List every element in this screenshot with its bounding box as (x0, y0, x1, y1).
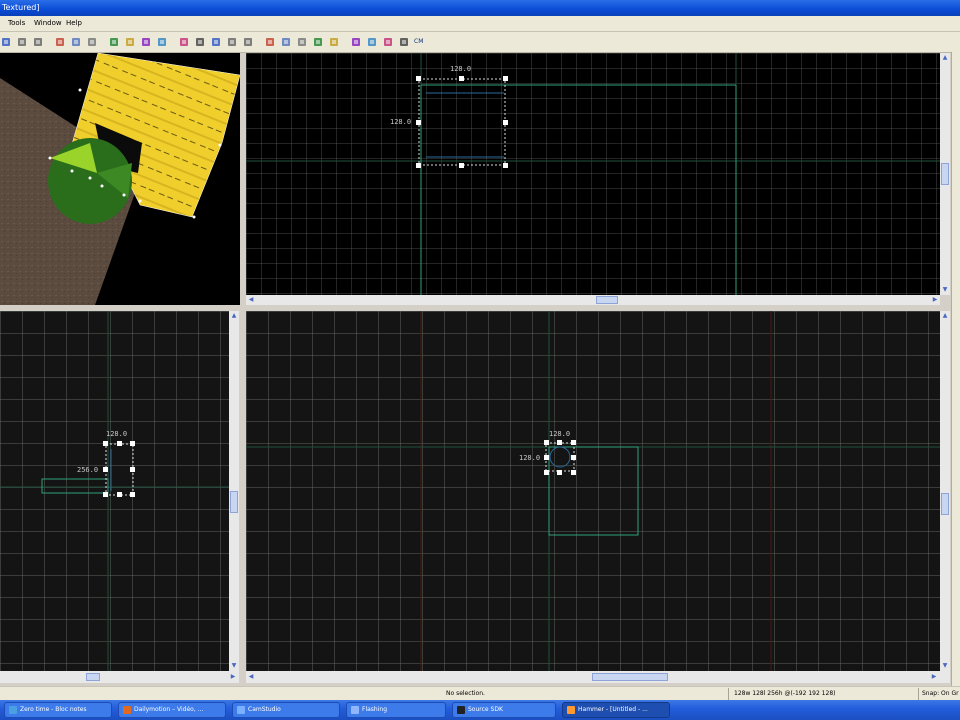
front-view-viewport[interactable]: 128.0 128.0 (246, 311, 940, 671)
compile-icon[interactable] (382, 36, 394, 48)
scroll-left-icon[interactable]: ◀ (247, 296, 255, 304)
cordon-icon[interactable] (398, 36, 410, 48)
side-scroll-up-icon[interactable]: ▲ (230, 312, 238, 320)
grid-icon[interactable] (178, 36, 190, 48)
status-message: No selection. (446, 690, 485, 697)
window-title-bar: Textured] (0, 0, 960, 16)
side-height-label: 256.0 (77, 466, 99, 474)
redo-icon[interactable] (32, 36, 44, 48)
cut-icon[interactable] (54, 36, 66, 48)
front-scroll-right-icon[interactable]: ▶ (930, 673, 938, 681)
undo-icon[interactable] (16, 36, 28, 48)
side-width-label: 128.0 (106, 430, 128, 438)
select-icon[interactable] (0, 36, 12, 48)
decal-icon[interactable] (280, 36, 292, 48)
front-width-label: 128.0 (549, 430, 571, 438)
object-panel-edge (951, 52, 960, 686)
taskbar-label: Source SDK (468, 706, 503, 713)
taskbar-label: Zero time - Bloc notes (20, 706, 87, 713)
camera-icon[interactable] (210, 36, 222, 48)
overlay-icon[interactable] (296, 36, 308, 48)
top-view-hscrollbar[interactable]: ◀ ▶ (246, 295, 940, 305)
taskbar-item-browser[interactable]: Dailymotion – Vidéo, ... (118, 702, 226, 718)
taskbar-item-hammer[interactable]: Hammer - [Untitled - ... (562, 702, 670, 718)
top-view-viewport[interactable]: 128.0 128.0 (246, 53, 940, 295)
top-view-vscroll-thumb[interactable] (941, 163, 949, 185)
front-view-canvas (246, 311, 940, 671)
scroll-up-icon[interactable]: ▲ (941, 54, 949, 62)
vertex-icon[interactable] (264, 36, 276, 48)
front-view-vscrollbar[interactable]: ▲ ▼ (940, 311, 950, 671)
window-title: Textured] (2, 3, 40, 12)
taskbar-item-camstudio[interactable]: CamStudio (232, 702, 340, 718)
side-view-viewport[interactable]: 128.0 256.0 (0, 311, 229, 671)
snap-icon[interactable] (194, 36, 206, 48)
scroll-down-icon[interactable]: ▼ (941, 286, 949, 294)
front-scroll-left-icon[interactable]: ◀ (247, 673, 255, 681)
front-scroll-up-icon[interactable]: ▲ (941, 312, 949, 320)
camera-viewport[interactable] (0, 53, 240, 305)
hammer-icon (567, 706, 575, 714)
copy-icon[interactable] (70, 36, 82, 48)
folder-icon (351, 706, 359, 714)
steam-icon (457, 706, 465, 714)
status-divider (918, 688, 919, 700)
taskbar-label: Dailymotion – Vidéo, ... (134, 706, 204, 713)
side-scroll-right-icon[interactable]: ▶ (229, 673, 237, 681)
cm-label[interactable]: CM (414, 38, 423, 45)
taskbar-item-flashing[interactable]: Flashing (346, 702, 446, 718)
status-size-info: 128w 128l 256h @(-192 192 128) (734, 690, 836, 697)
entity-icon[interactable] (226, 36, 238, 48)
map-properties-icon[interactable] (350, 36, 362, 48)
taskbar-item-notepad[interactable]: Zero time - Bloc notes (4, 702, 112, 718)
top-view-vscrollbar[interactable]: ▲ ▼ (940, 53, 950, 295)
top-width-label: 128.0 (450, 65, 472, 73)
merge-icon[interactable] (328, 36, 340, 48)
windows-taskbar: Zero time - Bloc notes Dailymotion – Vid… (0, 700, 960, 720)
clip-icon[interactable] (242, 36, 254, 48)
browser-icon (123, 706, 131, 714)
side-view-hscrollbar[interactable]: ▶ (0, 671, 239, 683)
menu-window[interactable]: Window (34, 19, 62, 27)
carve-icon[interactable] (312, 36, 324, 48)
status-bar: No selection. 128w 128l 256h @(-192 192 … (0, 686, 960, 701)
front-scroll-down-icon[interactable]: ▼ (941, 662, 949, 670)
run-map-icon[interactable] (366, 36, 378, 48)
status-snap: Snap: On Gr (922, 690, 959, 697)
side-view-vscroll-thumb[interactable] (230, 491, 238, 513)
front-height-label: 128.0 (519, 454, 541, 462)
menu-help[interactable]: Help (66, 19, 82, 27)
camera-scene (0, 53, 240, 305)
camstudio-icon (237, 706, 245, 714)
scroll-right-icon[interactable]: ▶ (931, 296, 939, 304)
toolbar: CM (0, 32, 960, 53)
hide-icon[interactable] (140, 36, 152, 48)
status-divider (728, 688, 729, 700)
taskbar-label: Hammer - [Untitled - ... (578, 706, 648, 713)
notepad-icon (9, 706, 17, 714)
texture-lock-icon[interactable] (156, 36, 168, 48)
front-view-hscroll-thumb[interactable] (592, 673, 668, 681)
side-view-hscroll-thumb[interactable] (86, 673, 100, 681)
front-view-hscrollbar[interactable]: ◀ ▶ (246, 671, 950, 683)
taskbar-label: CamStudio (248, 706, 281, 713)
taskbar-label: Flashing (362, 706, 388, 713)
menu-bar: Tools Window Help (0, 16, 960, 32)
top-view-hscroll-thumb[interactable] (596, 296, 618, 304)
side-view-canvas (0, 311, 229, 671)
ungroup-icon[interactable] (124, 36, 136, 48)
group-icon[interactable] (108, 36, 120, 48)
side-scroll-down-icon[interactable]: ▼ (230, 662, 238, 670)
top-view-canvas (246, 53, 940, 295)
paste-icon[interactable] (86, 36, 98, 48)
top-height-label: 128.0 (390, 118, 412, 126)
menu-tools[interactable]: Tools (8, 19, 25, 27)
taskbar-item-source-sdk[interactable]: Source SDK (452, 702, 556, 718)
front-view-vscroll-thumb[interactable] (941, 493, 949, 515)
side-view-vscrollbar[interactable]: ▲ ▼ (229, 311, 239, 671)
